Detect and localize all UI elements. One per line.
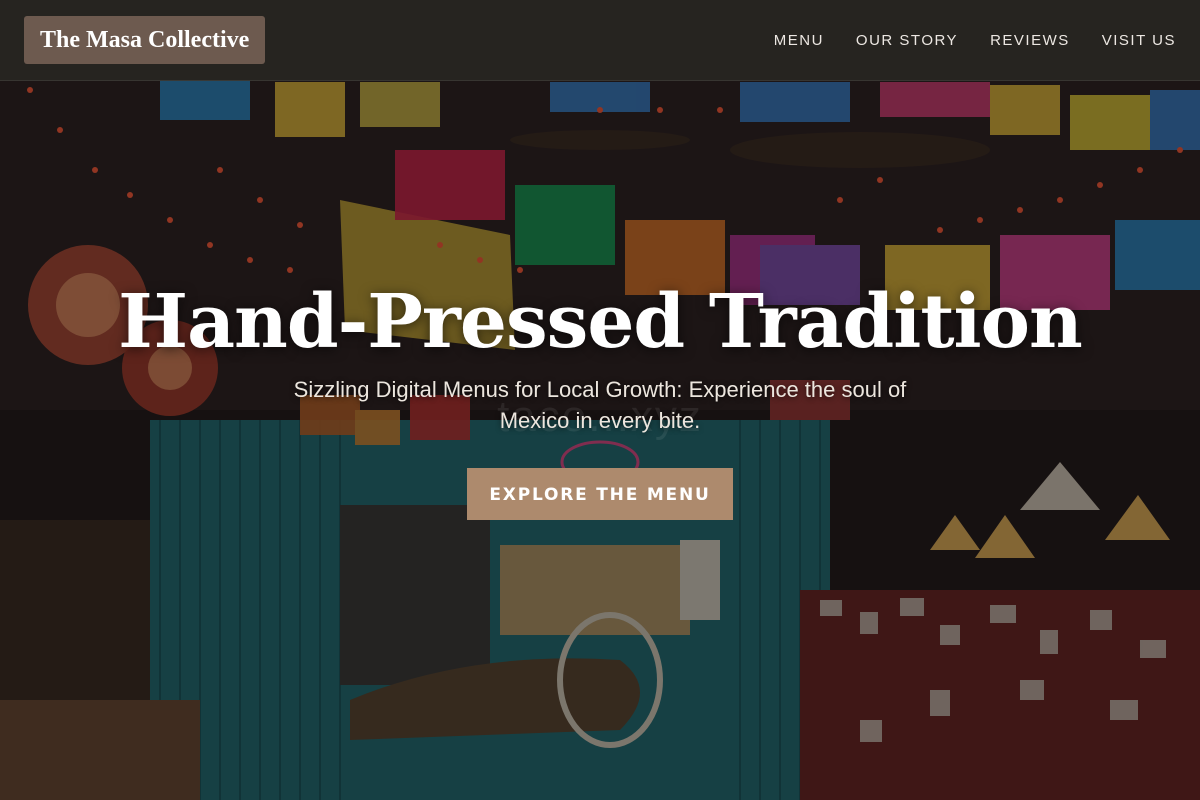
site-header: The Masa Collective MENU OUR STORY REVIE… — [0, 0, 1200, 81]
nav-link-menu[interactable]: MENU — [774, 32, 824, 49]
explore-menu-button[interactable]: EXPLORE THE MENU — [467, 468, 733, 520]
nav-link-reviews[interactable]: REVIEWS — [990, 32, 1070, 49]
hero-subtitle: Sizzling Digital Menus for Local Growth:… — [293, 377, 907, 433]
nav-link-visit-us[interactable]: VISIT US — [1102, 32, 1176, 49]
hero-content: Hand-Pressed Tradition Sizzling Digital … — [0, 280, 1200, 520]
brand-logo[interactable]: The Masa Collective — [24, 16, 266, 64]
main-nav: MENU OUR STORY REVIEWS VISIT US — [774, 0, 1176, 80]
nav-link-our-story[interactable]: OUR STORY — [856, 32, 958, 49]
hero-title: Hand-Pressed Tradition — [118, 279, 1083, 365]
